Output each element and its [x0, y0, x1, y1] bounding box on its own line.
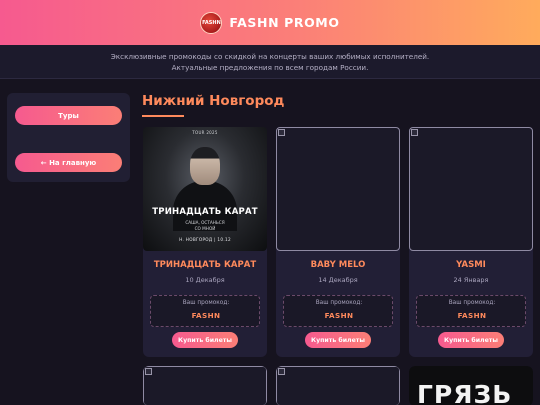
buy-tickets-button[interactable]: Купить билеты [172, 332, 238, 348]
concert-poster: ГРЯЗЬ [409, 366, 533, 405]
artist-name: ТРИНАДЦАТЬ КАРАТ [153, 260, 257, 270]
tagline-banner: Эксклюзивные промокоды со скидкой на кон… [0, 45, 540, 79]
poster-subtitle: САША, ОСТАНЬСЯ СО МНОЙ [143, 220, 267, 232]
broken-image-icon [411, 129, 418, 136]
broken-image-poster [276, 366, 400, 405]
city-heading: Нижний Новгород [142, 93, 285, 109]
promo-label: Ваш промокод: [315, 300, 363, 306]
poster-title: ГРЯЗЬ [417, 380, 513, 405]
promo-label: Ваш промокод: [448, 300, 496, 306]
concert-poster: TOUR 2025 ТРИНАДЦАТЬ КАРАТ САША, ОСТАНЬС… [143, 127, 267, 251]
back-home-button[interactable]: ← На главную [15, 153, 122, 172]
concert-date: 24 Января [453, 276, 489, 284]
poster-tag: TOUR 2025 [192, 130, 218, 135]
promo-code[interactable]: FASHN [284, 311, 394, 320]
concert-card: YASMI 24 Января Ваш промокод: FASHN Купи… [409, 127, 533, 357]
sidebar: Туры ← На главную [7, 93, 130, 182]
broken-image-icon [278, 368, 285, 375]
broken-image-poster [276, 127, 400, 251]
concert-card [143, 366, 267, 405]
logo-text: FASHN [202, 19, 221, 26]
broken-image-icon [145, 368, 152, 375]
broken-image-icon [278, 129, 285, 136]
tagline-line-1: Эксклюзивные промокоды со скидкой на кон… [110, 52, 430, 61]
concert-date: 14 Декабря [318, 276, 358, 284]
artist-name: YASMI [456, 260, 486, 270]
artist-name: BABY MELO [310, 260, 366, 270]
poster-city-date: Н. НОВГОРОД | 10.12 [179, 237, 231, 242]
poster-subtitle-line-2: СО МНОЙ [194, 226, 216, 231]
poster-title: ТРИНАДЦАТЬ КАРАТ [152, 207, 258, 217]
concert-card: ГРЯЗЬ [409, 366, 533, 405]
buy-tickets-button[interactable]: Купить билеты [305, 332, 371, 348]
broken-image-poster [409, 127, 533, 251]
promo-code[interactable]: FASHN [151, 311, 261, 320]
top-header: FASHN FASHN PROMO [0, 0, 540, 45]
poster-figure-head [190, 147, 220, 185]
concert-date: 10 Декабря [185, 276, 225, 284]
poster-art: TOUR 2025 ТРИНАДЦАТЬ КАРАТ САША, ОСТАНЬС… [143, 127, 267, 251]
buy-tickets-button[interactable]: Купить билеты [438, 332, 504, 348]
promo-code[interactable]: FASHN [417, 311, 527, 320]
concert-card [276, 366, 400, 405]
broken-image-poster [143, 366, 267, 405]
concert-card: TOUR 2025 ТРИНАДЦАТЬ КАРАТ САША, ОСТАНЬС… [143, 127, 267, 357]
tours-button[interactable]: Туры [15, 106, 122, 125]
promo-code-box[interactable]: Ваш промокод: FASHN [416, 295, 526, 327]
promo-label: Ваш промокод: [182, 300, 230, 306]
brand-title[interactable]: FASHN PROMO [229, 15, 339, 30]
promo-code-box[interactable]: Ваш промокод: FASHN [283, 295, 393, 327]
brand-logo-icon[interactable]: FASHN [200, 11, 223, 34]
heading-underline [142, 115, 184, 117]
tagline-line-2: Актуальные предложения по всем городам Р… [171, 63, 369, 72]
concert-card: BABY MELO 14 Декабря Ваш промокод: FASHN… [276, 127, 400, 357]
promo-code-box[interactable]: Ваш промокод: FASHN [150, 295, 260, 327]
